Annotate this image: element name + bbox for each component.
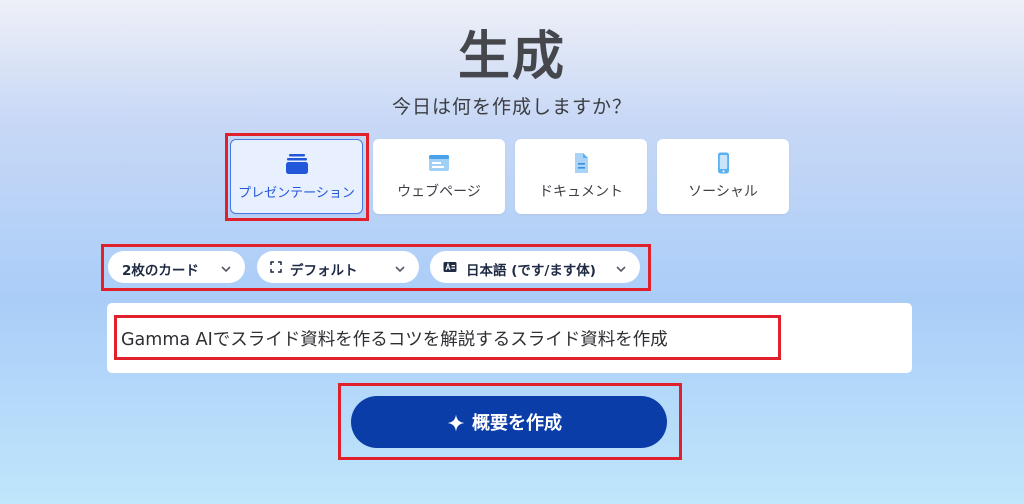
chevron-down-icon bbox=[615, 262, 627, 278]
language-select[interactable]: 日本語 (です/ます体) bbox=[430, 251, 640, 283]
generate-button-label: 概要を作成 bbox=[472, 413, 562, 434]
type-card-presentation[interactable]: プレゼンテーション bbox=[230, 139, 363, 214]
type-card-document[interactable]: ドキュメント bbox=[515, 139, 647, 214]
type-card-label: ウェブページ bbox=[397, 184, 481, 200]
type-card-social[interactable]: ソーシャル bbox=[657, 139, 789, 214]
type-card-label: ドキュメント bbox=[539, 184, 623, 200]
card-count-value: 2枚のカード bbox=[122, 263, 199, 279]
phone-icon bbox=[657, 152, 789, 174]
chevron-down-icon bbox=[394, 262, 406, 278]
prompt-text: Gamma AIでスライド資料を作るコツを解説するスライド資料を作成 bbox=[121, 330, 668, 350]
webpage-icon bbox=[373, 152, 505, 174]
prompt-input[interactable]: Gamma AIでスライド資料を作るコツを解説するスライド資料を作成 bbox=[107, 303, 912, 373]
frame-icon bbox=[270, 261, 282, 277]
theme-select[interactable]: デフォルト bbox=[257, 251, 419, 283]
sparkle-icon bbox=[447, 414, 465, 436]
language-value: 日本語 (です/ます体) bbox=[466, 263, 596, 279]
generate-outline-button[interactable]: 概要を作成 bbox=[351, 396, 667, 448]
type-card-label: ソーシャル bbox=[688, 184, 758, 200]
card-count-select[interactable]: 2枚のカード bbox=[108, 251, 245, 283]
document-icon bbox=[515, 152, 647, 174]
page-subtitle: 今日は何を作成しますか？ bbox=[391, 96, 632, 118]
type-card-label: プレゼンテーション bbox=[238, 186, 355, 201]
translate-icon bbox=[443, 261, 457, 277]
presentation-icon bbox=[231, 153, 362, 175]
page-title: 生成 bbox=[457, 27, 566, 87]
chevron-down-icon bbox=[220, 262, 232, 278]
type-card-webpage[interactable]: ウェブページ bbox=[373, 139, 505, 214]
theme-value: デフォルト bbox=[290, 263, 358, 279]
